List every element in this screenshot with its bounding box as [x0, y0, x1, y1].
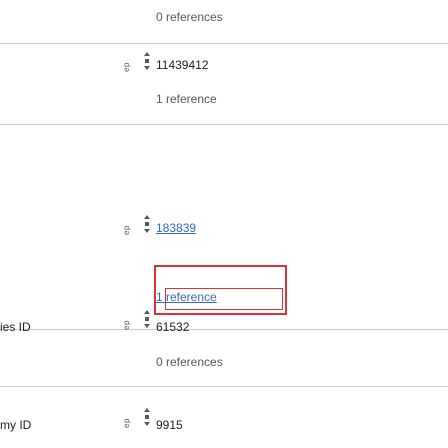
- references-count[interactable]: 0 references: [156, 10, 223, 24]
- divider: [0, 329, 448, 330]
- references-count[interactable]: 0 references: [156, 355, 223, 369]
- wikidata-statements-panel: 0 references ep 11439412 1 reference ep …: [0, 0, 448, 448]
- references-count[interactable]: 1 reference: [156, 290, 217, 304]
- property-label[interactable]: ies ID: [0, 320, 31, 334]
- rank-selector-icon[interactable]: [144, 52, 150, 70]
- property-label[interactable]: my ID: [0, 418, 31, 432]
- edit-tag[interactable]: ep: [122, 54, 132, 72]
- divider: [0, 124, 448, 125]
- rank-selector-icon[interactable]: [144, 215, 150, 233]
- statement-value[interactable]: 9915: [156, 418, 183, 432]
- divider: [0, 43, 448, 44]
- references-link[interactable]: 1 reference: [156, 290, 217, 304]
- statement-value[interactable]: 61532: [156, 320, 189, 334]
- statement-value[interactable]: 183839: [156, 221, 196, 235]
- edit-tag[interactable]: ep: [122, 410, 132, 428]
- references-count[interactable]: 1 reference: [156, 92, 217, 106]
- rank-selector-icon[interactable]: [144, 408, 150, 426]
- statement-value[interactable]: 11439412: [156, 58, 209, 72]
- rank-selector-icon[interactable]: [144, 310, 150, 328]
- divider: [0, 386, 448, 387]
- edit-tag[interactable]: ep: [122, 312, 132, 330]
- edit-tag[interactable]: ep: [122, 217, 132, 235]
